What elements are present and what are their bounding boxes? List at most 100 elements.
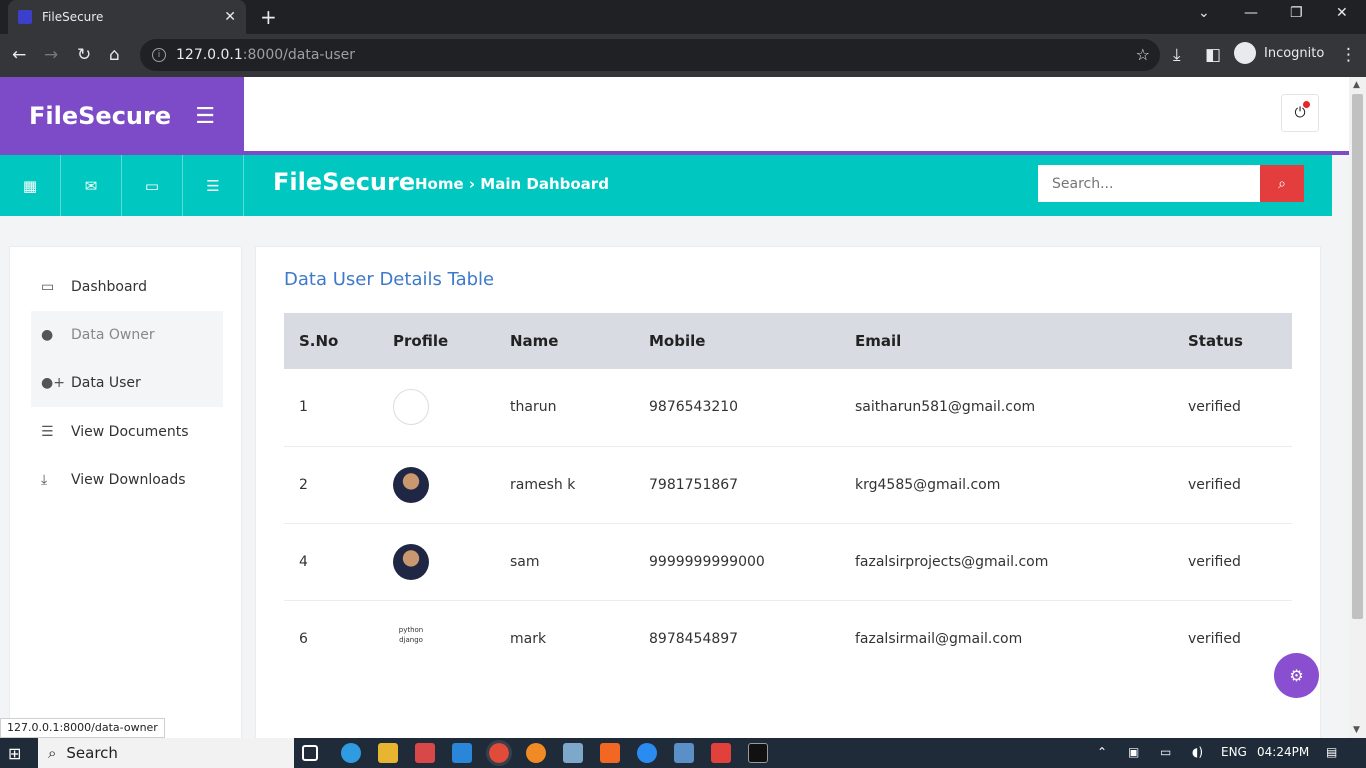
brave-icon[interactable]	[600, 743, 620, 763]
scroll-thumb[interactable]	[1352, 94, 1363, 619]
cell-mobile: 7981751867	[649, 476, 739, 493]
zoom-icon[interactable]	[637, 743, 657, 763]
scroll-up-icon[interactable]: ▲	[1353, 80, 1360, 90]
list-document-icon[interactable]: ☰	[183, 155, 244, 216]
sidebar-item-label: Dashboard	[71, 279, 147, 295]
sidebar-item-data-user[interactable]: ●+ Data User	[31, 359, 223, 407]
folder-icon[interactable]: ▭	[122, 155, 183, 216]
document-icon: ☰	[41, 424, 54, 440]
url-host: 127.0.0.1	[176, 47, 243, 63]
new-tab-button[interactable]: +	[260, 5, 277, 29]
breadcrumb[interactable]: Home › Main Dahboard	[415, 175, 609, 193]
avatar	[393, 389, 429, 426]
search-icon: ⌕	[1278, 175, 1286, 192]
home-icon[interactable]: ⌂	[109, 45, 120, 65]
menu-kebab-icon[interactable]: ⋮	[1340, 45, 1357, 65]
cell-profile	[378, 446, 495, 523]
taskbar-search-label: Search	[66, 744, 118, 762]
network-icon[interactable]: ▭	[1160, 745, 1171, 759]
sidebar-item-view-downloads[interactable]: ⤓ View Downloads	[31, 456, 223, 504]
url-path: :8000/data-user	[242, 47, 355, 63]
column-header: Email	[855, 332, 902, 350]
task-view-icon[interactable]	[302, 745, 318, 761]
logout-button[interactable]: ⏻	[1281, 94, 1319, 132]
side-panel-icon[interactable]: ◧	[1205, 45, 1221, 65]
logo-text: django	[399, 635, 423, 644]
cell-name: tharun	[510, 399, 557, 416]
app-icon[interactable]	[711, 743, 731, 763]
sidebar-item-view-documents[interactable]: ☰ View Documents	[31, 408, 223, 456]
cell-status: verified	[1188, 399, 1241, 416]
restore-icon[interactable]: ❐	[1290, 5, 1303, 21]
sidebar-item-label: Data User	[71, 375, 141, 391]
chrome-icon[interactable]	[486, 740, 512, 766]
monitor-icon: ▭	[41, 279, 55, 295]
data-user-card: Data User Details Table S.No Profile Nam…	[255, 246, 1321, 746]
mail-icon[interactable]: ✉	[61, 155, 122, 216]
cell-profile	[378, 523, 495, 600]
settings-fab-button[interactable]: ⚙	[1274, 653, 1319, 698]
incognito-indicator[interactable]: Incognito	[1234, 42, 1324, 64]
chevron-up-icon[interactable]: ⌃	[1097, 745, 1107, 759]
table-row: 6 python django mark 8978454897 fazalsir…	[284, 600, 1292, 677]
cell-mobile: 9999999999000	[649, 553, 765, 570]
window-close-icon[interactable]: ✕	[1336, 5, 1348, 21]
favicon-icon	[18, 10, 32, 24]
download-icon[interactable]: ⤓	[1173, 45, 1181, 65]
scroll-down-icon[interactable]: ▼	[1353, 725, 1360, 735]
reload-icon[interactable]: ↻	[77, 45, 91, 65]
sidebar-item-label: View Downloads	[71, 472, 186, 488]
user-plus-icon: ●+	[41, 375, 65, 391]
teal-header-bar: ▦ ✉ ▭ ☰ FileSecure Home › Main Dahboard …	[0, 155, 1332, 216]
clock[interactable]: 04:24PM	[1257, 745, 1309, 759]
back-icon[interactable]: ←	[12, 45, 26, 65]
cell-mobile: 8978454897	[649, 630, 739, 647]
logo-text: python	[398, 625, 424, 634]
table-header-row: S.No Profile Name Mobile Email Status	[284, 313, 1292, 369]
search-app-icon[interactable]	[526, 743, 546, 763]
meet-icon[interactable]: ▣	[1128, 745, 1139, 759]
cell-mobile: 9876543210	[649, 399, 739, 416]
calendar-icon[interactable]: ▦	[0, 155, 61, 216]
sidebar-item-dashboard[interactable]: ▭ Dashboard	[31, 263, 223, 311]
brand-logo[interactable]: FileSecure	[29, 102, 171, 130]
address-bar[interactable]: i 127.0.0.1:8000/data-user ☆	[140, 39, 1160, 71]
volume-icon[interactable]: ◖)	[1192, 745, 1203, 759]
site-info-icon[interactable]: i	[152, 48, 166, 62]
gear-icon: ⚙	[1289, 666, 1304, 685]
app-icon[interactable]	[563, 743, 583, 763]
browser-tab[interactable]: FileSecure ✕	[8, 0, 246, 34]
tab-title: FileSecure	[42, 10, 104, 24]
search-input[interactable]	[1038, 165, 1260, 202]
terminal-icon[interactable]	[748, 743, 768, 763]
sidebar-item-label: View Documents	[71, 424, 189, 440]
close-tab-icon[interactable]: ✕	[224, 9, 236, 25]
brand-panel: FileSecure ☰	[0, 77, 244, 155]
file-explorer-icon[interactable]	[378, 743, 398, 763]
avatar	[393, 466, 429, 503]
bookmark-star-icon[interactable]: ☆	[1136, 45, 1150, 64]
tab-search-icon[interactable]: ⌄	[1198, 5, 1210, 21]
sidebar-item-label: Data Owner	[71, 327, 155, 343]
page-brand-title: FileSecure	[273, 168, 416, 196]
edge-icon[interactable]	[341, 743, 361, 763]
search-button[interactable]: ⌕	[1260, 165, 1304, 202]
app-icon[interactable]	[415, 743, 435, 763]
page-scrollbar[interactable]: ▲ ▼	[1349, 77, 1366, 738]
incognito-label: Incognito	[1264, 45, 1325, 61]
browser-tab-bar: FileSecure ✕ + ⌄ — ❐ ✕	[0, 0, 1366, 34]
notification-icon[interactable]: ▤	[1326, 745, 1337, 759]
language-indicator[interactable]: ENG	[1221, 745, 1247, 759]
app-icon[interactable]	[674, 743, 694, 763]
vscode-icon[interactable]	[452, 743, 472, 763]
forward-icon[interactable]: →	[44, 45, 58, 65]
hamburger-menu-icon[interactable]: ☰	[195, 104, 215, 129]
cell-sno: 1	[299, 399, 308, 416]
column-header: S.No	[299, 332, 339, 350]
minimize-icon[interactable]: —	[1244, 5, 1258, 21]
taskbar-search[interactable]: ⌕ Search	[38, 738, 294, 768]
sidebar-item-data-owner[interactable]: ● Data Owner	[31, 311, 223, 359]
search-icon: ⌕	[48, 744, 57, 762]
windows-start-icon[interactable]: ⊞	[8, 744, 21, 763]
column-header: Profile	[393, 332, 449, 350]
